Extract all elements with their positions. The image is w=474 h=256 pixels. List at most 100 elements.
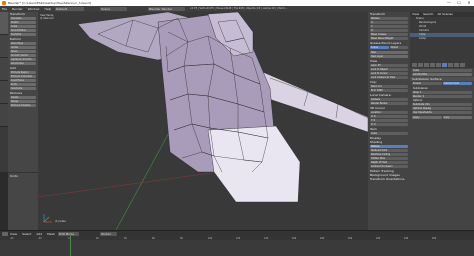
cursor-section-title[interactable]: 3D Cursor <box>368 106 410 110</box>
layers-tab-icon[interactable] <box>418 63 423 67</box>
options-label: Options: <box>413 99 423 102</box>
section-remove-title[interactable]: Remove <box>8 91 38 95</box>
backface-culling-checkbox[interactable]: Backface Culling <box>370 153 408 156</box>
noise-button[interactable]: Noise <box>10 50 36 53</box>
shading-section-title[interactable]: Shading <box>368 140 410 144</box>
smooth-vertex-button[interactable]: Smooth Vertex <box>10 54 36 57</box>
3d-viewport[interactable]: User Persp (1) Rennoir (1) Cube <box>38 12 368 230</box>
ambient-occlusion-checkbox[interactable]: Ambient Occlusion <box>370 165 408 168</box>
simple-toggle[interactable]: Simple <box>412 82 442 85</box>
delete-button[interactable]: Delete <box>10 96 36 99</box>
cursor-y-field[interactable]: Y: 0 <box>370 119 408 122</box>
laplacian-smooth-button[interactable]: Laplacian Smooth <box>10 58 36 61</box>
tab-options[interactable] <box>0 81 8 104</box>
translate-button[interactable]: Translate <box>10 17 36 20</box>
mean-bevel-field[interactable]: Mean Bevel Weight: <box>370 37 408 40</box>
scene-selector[interactable]: Scene <box>100 7 127 11</box>
extrude-region-button[interactable]: Extrude Region <box>10 71 36 74</box>
use-opensubdiv-checkbox[interactable]: Use OpenSubdiv <box>412 111 472 114</box>
tab-tools[interactable] <box>0 12 8 35</box>
catmull-clark-toggle[interactable]: Catmull-Clark <box>442 82 472 85</box>
hidden-wire-checkbox[interactable]: Hidden Wire <box>370 157 408 160</box>
depth-of-field-checkbox[interactable]: Depth of Field <box>370 161 408 164</box>
lens-field[interactable]: Lens: 35 <box>370 64 408 67</box>
x-field[interactable]: X: <box>370 21 408 24</box>
timeline-tick: 240 <box>404 237 409 240</box>
timeline-tick: 180 <box>320 237 325 240</box>
subdivide-uvs-checkbox[interactable]: Subdivide UVs <box>412 103 472 106</box>
extrude-individual-button[interactable]: Extrude Individual <box>10 75 36 78</box>
copy-button[interactable]: Copy <box>442 116 472 119</box>
undo-panel-title[interactable]: Undo <box>8 174 18 178</box>
texture-tab-icon[interactable] <box>460 63 465 67</box>
gp-new-layer-button[interactable]: New Layer <box>370 55 408 58</box>
subdiv-view-field[interactable]: View: 1 <box>412 91 472 94</box>
world-tab-icon[interactable] <box>430 63 435 67</box>
scale-button[interactable]: Scale <box>10 25 36 28</box>
subdiv-render-field[interactable]: Render: 2 <box>412 95 472 98</box>
outliner-search-menu[interactable]: Search <box>423 12 433 17</box>
clip-start-field[interactable]: Start: 0.1 <box>370 85 408 88</box>
modifiers-tab-icon[interactable] <box>442 63 447 67</box>
outliner-row-lamp[interactable]: Lamp <box>410 37 474 41</box>
current-frame-marker[interactable] <box>70 236 71 256</box>
cursor-x-field[interactable]: X: 0 <box>370 115 408 118</box>
render-border-checkbox[interactable]: Render Border <box>370 102 408 105</box>
material-tab-icon[interactable] <box>454 63 459 67</box>
section-transform-title[interactable]: Transform <box>8 12 38 16</box>
merge-button[interactable]: Merge <box>10 100 36 103</box>
gp-scene-toggle[interactable]: Scene <box>370 46 389 49</box>
slide-edge-button[interactable]: Slide Edge <box>10 42 36 45</box>
transform-section-title[interactable]: Transform <box>368 12 410 16</box>
item-name-field[interactable]: Cube <box>370 132 408 135</box>
lock-camera-checkbox[interactable]: Lock Camera to View <box>370 76 408 79</box>
outliner-display-mode[interactable]: All Scenes <box>437 12 452 17</box>
mesh-view[interactable] <box>38 12 368 230</box>
local-camera-field[interactable]: Camera <box>370 98 408 101</box>
shrink-fatten-button[interactable]: Shrink/Fatten <box>10 29 36 32</box>
transform-orientations-section-title[interactable]: Transform Orientations <box>368 177 410 181</box>
render-tab-icon[interactable] <box>412 63 417 67</box>
timeline-tick: 20 <box>96 237 99 240</box>
section-deform-title[interactable]: Deform <box>8 37 38 41</box>
timeline-tick: 140 <box>264 237 269 240</box>
properties-object-name[interactable]: Cube <box>412 69 472 72</box>
add-modifier-button[interactable]: Add Modifier <box>412 73 472 76</box>
rotate-button[interactable]: Rotate <box>10 21 36 24</box>
render-engine-selector[interactable]: Blender Render <box>148 7 185 11</box>
item-section-title[interactable]: Item <box>368 127 410 131</box>
z-field[interactable]: Z: <box>370 29 408 32</box>
object-tab-icon[interactable] <box>436 63 441 67</box>
data-tab-icon[interactable] <box>448 63 453 67</box>
tab-shading-uvs[interactable] <box>0 58 8 81</box>
timeline-tick: 80 <box>180 237 183 240</box>
optimal-display-checkbox[interactable]: Optimal Display <box>412 107 472 110</box>
lock-object-field[interactable]: Lock to Object: <box>370 68 408 71</box>
tab-grease-pencil[interactable] <box>0 104 8 127</box>
layout-selector[interactable]: Default <box>55 7 84 11</box>
section-add-title[interactable]: Add <box>8 66 38 70</box>
push-pull-button[interactable]: Push/Pull <box>10 33 36 36</box>
view-section-title[interactable]: View <box>368 59 410 63</box>
gp-object-toggle[interactable]: Object <box>389 46 408 49</box>
inset-faces-button[interactable]: Inset Faces <box>10 79 36 82</box>
lock-cursor-checkbox[interactable]: Lock to Cursor <box>370 72 408 75</box>
y-field[interactable]: Y: <box>370 25 408 28</box>
scene-tab-icon[interactable] <box>424 63 429 67</box>
subdivide-button[interactable]: Subdivide <box>10 87 36 90</box>
clip-end-field[interactable]: End: 1000 <box>370 89 408 92</box>
timeline[interactable]: -40 -20 0 20 40 60 80 100 120 140 160 18… <box>0 236 474 256</box>
cursor-z-field[interactable]: Z: 0 <box>370 123 408 126</box>
mean-crease-field[interactable]: Mean Crease: <box>370 33 408 36</box>
apply-button[interactable]: Apply <box>412 116 442 119</box>
tab-create[interactable] <box>0 35 8 58</box>
randomize-button[interactable]: Randomize <box>10 62 36 65</box>
knife-button[interactable]: Knife <box>10 83 36 86</box>
gp-new-button[interactable]: New <box>370 51 408 54</box>
tool-shelf: Transform Translate Rotate Scale Shrink/… <box>8 12 38 230</box>
remove-doubles-button[interactable]: Remove Doubles <box>10 104 36 107</box>
vertex-button[interactable]: Vertex <box>10 46 36 49</box>
textured-solid-checkbox[interactable]: Textured Solid <box>370 149 408 152</box>
matcap-checkbox[interactable]: Matcap <box>370 145 408 148</box>
window-title: Blender* [C:\Users\PS4\Desktop\Head\Renn… <box>8 1 92 5</box>
